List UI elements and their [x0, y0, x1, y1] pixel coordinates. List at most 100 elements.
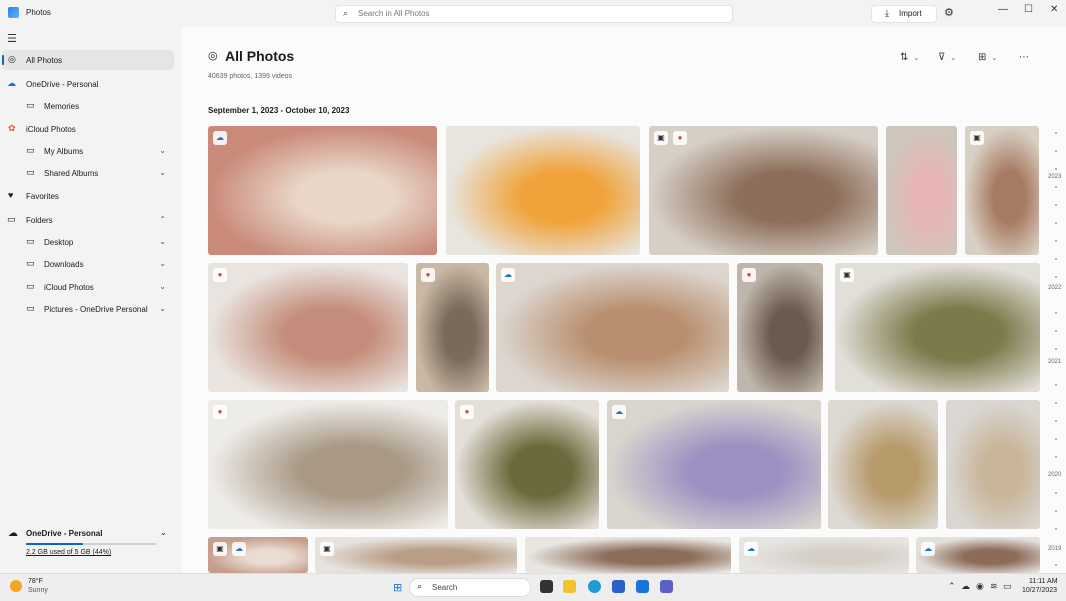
weather-temperature[interactable]: 78°F	[28, 578, 43, 585]
minimize-icon[interactable]: —	[998, 4, 1008, 15]
chevron-down-icon[interactable]: ⌄	[159, 259, 166, 268]
sidebar-item-favorites[interactable]: ♥ Favorites	[2, 186, 174, 206]
taskbar-search-label: Search	[432, 583, 458, 592]
video-icon: ▣	[654, 131, 668, 145]
icloud-icon: ●	[673, 131, 687, 145]
task-view-icon[interactable]	[540, 580, 553, 593]
file-explorer-icon[interactable]	[563, 580, 576, 593]
photos-icon: ◎	[8, 54, 16, 64]
search-box[interactable]: ⌕ Search in All Photos	[335, 5, 733, 23]
sidebar-item-onedrive[interactable]: ☁ OneDrive - Personal	[2, 74, 174, 94]
sidebar-item-my-albums[interactable]: ▭ My Albums ⌄	[2, 141, 174, 161]
battery-icon[interactable]: ▭	[1003, 581, 1012, 592]
storage-usage-text[interactable]: 2.2 GB used of 5 GB (44%)	[26, 549, 111, 556]
clock-time[interactable]: 11:11 AM	[1029, 578, 1058, 585]
taskbar-search[interactable]: ⌕ Search	[409, 578, 531, 597]
chevron-up-icon[interactable]: ⌃	[159, 215, 166, 224]
sidebar-item-all-photos[interactable]: ◎ All Photos	[2, 50, 174, 70]
sidebar-item-folders[interactable]: ▭ Folders ⌃	[2, 210, 174, 230]
sidebar-item-shared-albums[interactable]: ▭ Shared Albums ⌄	[2, 163, 174, 183]
timeline-tick	[1055, 510, 1057, 512]
photo-thumbnail[interactable]: ☁	[916, 537, 1040, 573]
active-indicator	[2, 55, 4, 65]
teams-icon[interactable]	[660, 580, 673, 593]
view-options-button[interactable]: ⊞ ⌄	[978, 52, 997, 63]
timeline-tick	[1055, 438, 1057, 440]
sidebar-item-label: iCloud Photos	[26, 125, 76, 134]
wifi-icon[interactable]: ≋	[990, 581, 998, 592]
timeline-tick	[1055, 132, 1057, 134]
cloud-sync-icon: ☁	[744, 542, 758, 556]
photo-thumbnail[interactable]: ☁	[208, 126, 437, 255]
filter-button[interactable]: ⊽ ⌄	[938, 52, 956, 63]
edge-browser-icon[interactable]	[588, 580, 601, 593]
sidebar-item-desktop[interactable]: ▭ Desktop ⌄	[2, 232, 174, 252]
photo-thumbnail[interactable]: ●	[455, 400, 599, 529]
photos-icon: ◎	[208, 50, 218, 62]
chevron-up-icon[interactable]: ⌃	[948, 581, 956, 592]
sidebar-item-label: Favorites	[26, 192, 59, 201]
sort-button[interactable]: ⇅ ⌄	[900, 52, 919, 63]
timeline-tick	[1055, 276, 1057, 278]
photo-thumbnail[interactable]: ▣ ☁	[208, 537, 308, 573]
timeline-year-label[interactable]: 2023	[1048, 174, 1061, 180]
close-icon[interactable]: ✕	[1050, 4, 1058, 15]
chevron-down-icon[interactable]: ⌄	[159, 168, 166, 177]
photo-thumbnail[interactable]: ☁	[739, 537, 909, 573]
sidebar-item-downloads[interactable]: ▭ Downloads ⌄	[2, 254, 174, 274]
photo-thumbnail[interactable]: ▣	[315, 537, 517, 573]
hamburger-menu-icon[interactable]: ☰	[7, 32, 17, 45]
timeline-scrubber[interactable]: 2023 2022 2021 2020 2019	[1042, 122, 1066, 573]
timeline-year-label[interactable]: 2020	[1048, 472, 1061, 478]
sun-icon[interactable]	[10, 580, 22, 592]
network-icon[interactable]: ◉	[976, 581, 984, 592]
weather-condition[interactable]: Sunny	[28, 587, 48, 594]
icloud-icon: ●	[421, 268, 435, 282]
photo-thumbnail[interactable]: ▣	[835, 263, 1040, 392]
onedrive-tray-icon[interactable]: ☁	[961, 581, 970, 592]
maximize-icon[interactable]: ☐	[1024, 4, 1033, 15]
timeline-year-label[interactable]: 2021	[1048, 359, 1061, 365]
photo-thumbnail[interactable]	[525, 537, 731, 573]
timeline-tick	[1055, 258, 1057, 260]
photo-thumbnail[interactable]: ●	[737, 263, 823, 392]
photo-thumbnail[interactable]	[828, 400, 938, 529]
sidebar-item-memories[interactable]: ▭ Memories	[2, 96, 174, 116]
sidebar-item-icloud[interactable]: ✿ iCloud Photos	[2, 119, 174, 139]
search-icon: ⌕	[417, 581, 423, 591]
chevron-down-icon[interactable]: ⌄	[159, 304, 166, 313]
photo-thumbnail[interactable]: ●	[208, 263, 408, 392]
photo-thumbnail[interactable]: ☁	[496, 263, 729, 392]
chevron-down-icon[interactable]: ⌄	[159, 282, 166, 291]
photo-thumbnail[interactable]: ▣ ●	[649, 126, 878, 255]
photo-thumbnail[interactable]	[946, 400, 1040, 529]
photos-taskbar-icon[interactable]	[636, 580, 649, 593]
chevron-down-icon: ⌄	[950, 55, 957, 62]
icloud-icon: ●	[213, 268, 227, 282]
chevron-down-icon[interactable]: ⌄	[159, 146, 166, 155]
import-button[interactable]: ⤓ Import	[871, 5, 937, 23]
photo-thumbnail[interactable]	[886, 126, 957, 255]
chevron-down-icon[interactable]: ⌄	[159, 237, 166, 246]
more-options-button[interactable]: ⋯	[1019, 52, 1029, 63]
store-icon[interactable]	[612, 580, 625, 593]
sidebar-item-pictures-onedrive[interactable]: ▭ Pictures - OneDrive Personal ⌄	[2, 299, 174, 319]
icloud-icon: ●	[460, 405, 474, 419]
timeline-year-label[interactable]: 2019	[1048, 546, 1061, 552]
sidebar-item-label: Memories	[44, 102, 80, 111]
app-title: Photos	[26, 8, 51, 17]
clock-date[interactable]: 10/27/2023	[1022, 587, 1057, 594]
icloud-icon: ●	[213, 405, 227, 419]
photo-thumbnail[interactable]: ●	[208, 400, 448, 529]
photo-thumbnail[interactable]: ●	[416, 263, 489, 392]
chevron-down-icon[interactable]: ⌄	[160, 528, 167, 537]
timeline-tick	[1055, 168, 1057, 170]
photo-thumbnail[interactable]: ☁	[607, 400, 821, 529]
timeline-year-label[interactable]: 2022	[1048, 285, 1061, 291]
sidebar-item-icloud-folder[interactable]: ▭ iCloud Photos ⌄	[2, 277, 174, 297]
windows-start-icon[interactable]: ⊞	[393, 581, 402, 594]
search-placeholder: Search in All Photos	[358, 9, 430, 18]
photo-thumbnail[interactable]: ▣	[965, 126, 1039, 255]
photo-thumbnail[interactable]	[446, 126, 640, 255]
gear-icon[interactable]: ⚙	[944, 6, 954, 19]
